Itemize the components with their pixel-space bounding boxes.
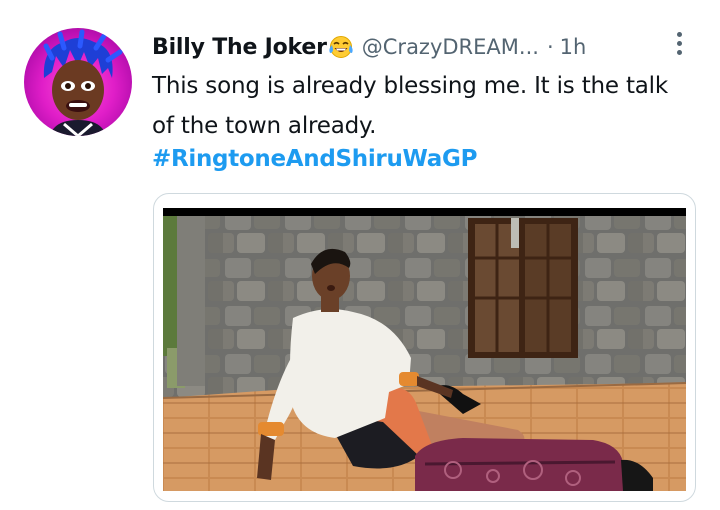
more-options-icon[interactable] bbox=[668, 28, 690, 58]
video-still bbox=[163, 208, 686, 491]
tweet-card[interactable]: Billy The Joker @CrazyDREAM... · 1h This… bbox=[0, 0, 720, 510]
avatar[interactable] bbox=[24, 28, 132, 136]
author-name[interactable]: Billy The Joker bbox=[152, 35, 327, 60]
separator-dot: · bbox=[546, 35, 554, 59]
tweet-text: This song is already blessing me. It is … bbox=[152, 73, 668, 139]
tweet-header: Billy The Joker @CrazyDREAM... · 1h bbox=[152, 30, 680, 64]
media-thumbnail[interactable] bbox=[153, 193, 696, 502]
author-handle[interactable]: @CrazyDREAM... bbox=[362, 35, 539, 59]
hashtag-link[interactable]: #RingtoneAndShiruWaGP bbox=[152, 146, 477, 172]
face-with-tears-of-joy-icon bbox=[328, 35, 354, 59]
timestamp[interactable]: 1h bbox=[560, 35, 587, 59]
